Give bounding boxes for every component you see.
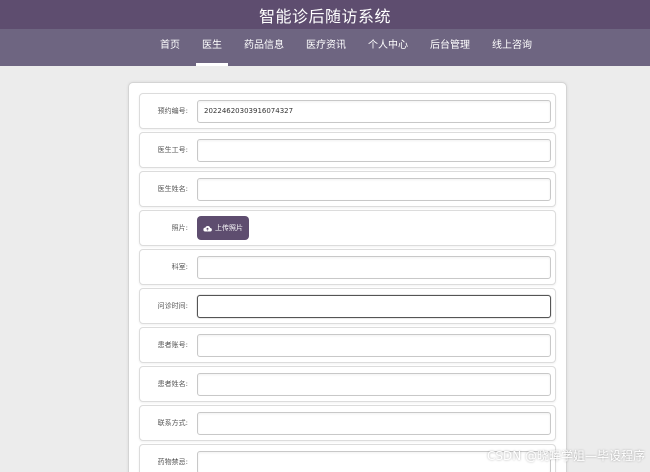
photo-label: 照片: — [171, 224, 188, 232]
nav-item-drug-info[interactable]: 药品信息 — [242, 29, 286, 66]
form-row-department: 科室: — [139, 249, 556, 285]
nav-item-personal-center[interactable]: 个人中心 — [366, 29, 410, 66]
visit-time-label: 问诊时间: — [157, 302, 188, 310]
form-row-doctor-name: 医生姓名: — [139, 171, 556, 207]
form-row-contact: 联系方式: — [139, 405, 556, 441]
nav-item-home[interactable]: 首页 — [158, 29, 182, 66]
form-row-patient-name: 患者姓名: — [139, 366, 556, 402]
doctor-id-input[interactable] — [197, 138, 551, 162]
nav-item-online-consult[interactable]: 线上咨询 — [490, 29, 534, 66]
patient-name-label: 患者姓名: — [157, 380, 188, 388]
contact-label: 联系方式: — [157, 419, 188, 427]
nav-item-medical-news[interactable]: 医疗资讯 — [304, 29, 348, 66]
cloud-upload-icon — [203, 225, 212, 232]
form-row-visit-time: 问诊时间: — [139, 288, 556, 324]
doctor-name-input[interactable] — [197, 177, 551, 201]
upload-photo-button[interactable]: 上传照片 — [197, 216, 249, 240]
nav-item-admin[interactable]: 后台管理 — [428, 29, 472, 66]
appointment-no-input[interactable] — [197, 99, 551, 123]
main-nav: 首页 医生 药品信息 医疗资讯 个人中心 后台管理 线上咨询 — [0, 29, 650, 66]
form-row-doctor-id: 医生工号: — [139, 132, 556, 168]
patient-account-label: 患者账号: — [157, 341, 188, 349]
site-title: 智能诊后随访系统 — [258, 6, 391, 26]
department-label: 科室: — [171, 263, 188, 271]
nav-item-doctor[interactable]: 医生 — [196, 29, 228, 66]
watermark: CSDN @晓晖学姐—毕设程序 — [486, 449, 645, 463]
form-row-photo: 照片: 上传照片 — [139, 210, 556, 246]
form-row-patient-account: 患者账号: — [139, 327, 556, 363]
form-row-appointment-no: 预约编号: — [139, 93, 556, 129]
contact-input[interactable] — [197, 411, 551, 435]
visit-time-input[interactable] — [197, 294, 551, 318]
patient-name-input[interactable] — [197, 372, 551, 396]
site-header: 智能诊后随访系统 — [0, 0, 650, 29]
medication-label: 药物禁忌: — [157, 458, 188, 466]
patient-account-input[interactable] — [197, 333, 551, 357]
appointment-form: 预约编号: 医生工号: 医生姓名: 照片: 上传照片 科室: 问诊时间: 患者账… — [128, 82, 567, 472]
appointment-no-label: 预约编号: — [157, 107, 188, 115]
doctor-name-label: 医生姓名: — [157, 185, 188, 193]
department-input[interactable] — [197, 255, 551, 279]
upload-photo-label: 上传照片 — [215, 225, 243, 232]
doctor-id-label: 医生工号: — [157, 146, 188, 154]
